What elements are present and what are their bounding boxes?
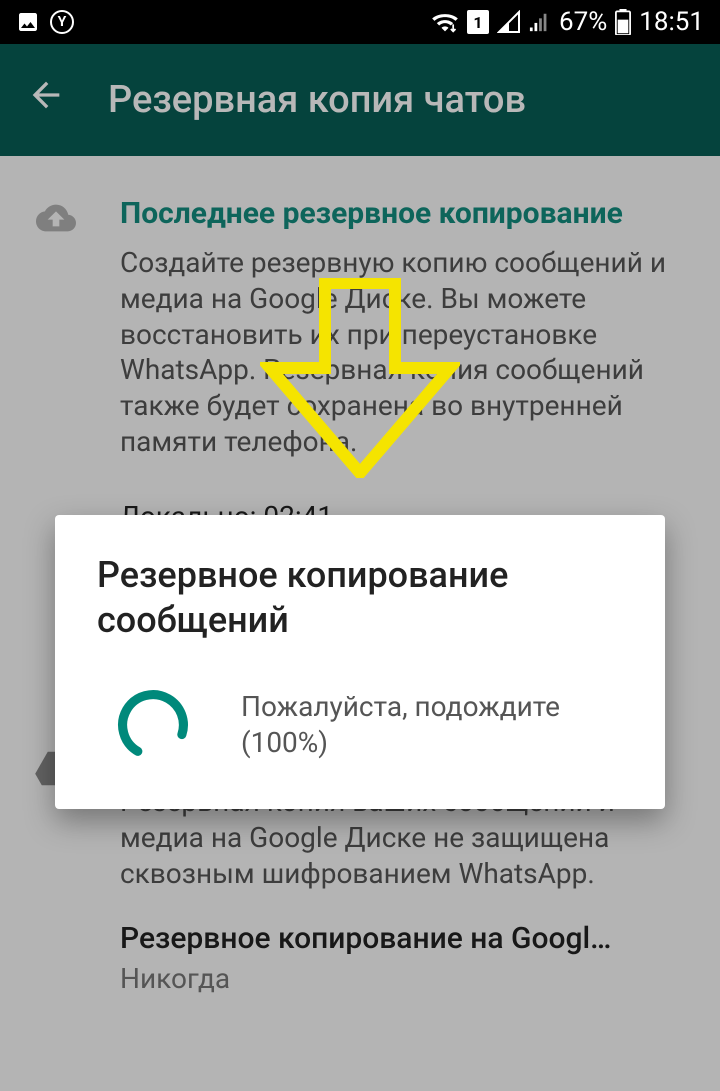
dialog-text: Пожалуйста, подождите (100%): [241, 689, 623, 762]
wifi-icon: [431, 10, 459, 34]
sim1-icon: 1: [467, 10, 489, 34]
signal-sim2-icon: [497, 10, 521, 34]
clock: 18:51: [639, 7, 704, 37]
signal-icon: [529, 10, 551, 34]
dialog-body: Пожалуйста, подождите (100%): [97, 687, 623, 763]
status-bar: Y 1 67% 18:51: [0, 0, 720, 44]
status-right: 1 67% 18:51: [431, 7, 704, 37]
progress-spinner-icon: [115, 687, 191, 763]
dialog-title: Резервное копирование сообщений: [97, 553, 623, 643]
image-icon: [16, 10, 40, 34]
battery-icon: [615, 9, 631, 35]
yandex-icon: Y: [50, 10, 74, 34]
backup-progress-dialog: Резервное копирование сообщений Пожалуйс…: [55, 515, 665, 809]
battery-percentage: 67%: [559, 7, 607, 37]
status-left: Y: [16, 10, 74, 34]
